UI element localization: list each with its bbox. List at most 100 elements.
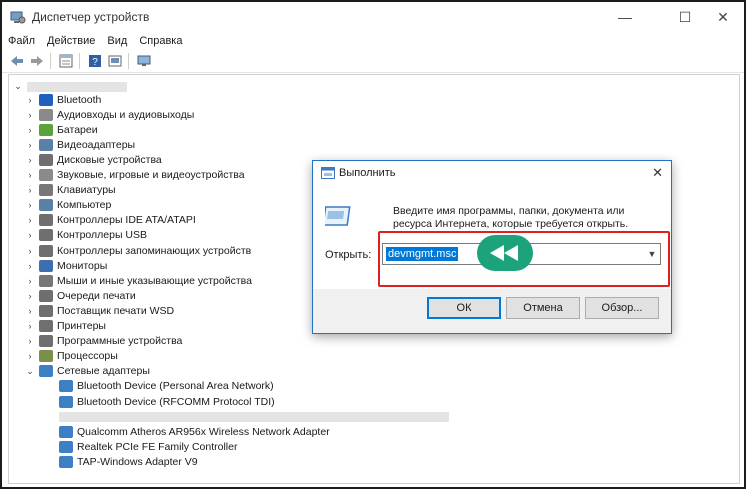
battery-icon [39, 123, 53, 136]
tree-category-label: Мыши и иные указывающие устройства [57, 274, 252, 287]
tree-category-item[interactable]: › Контроллеры IDE ATA/ATAPI [25, 213, 196, 228]
tree-category-item[interactable]: › Очереди печати [25, 288, 136, 303]
forward-button[interactable] [28, 52, 46, 70]
chevron-right-icon[interactable]: › [25, 351, 35, 361]
menu-view[interactable]: Вид [101, 35, 133, 47]
tree-category-item[interactable]: › Аудиовходы и аудиовыходы [25, 107, 194, 122]
network-adapter-item[interactable]: Qualcomm Atheros AR956x Wireless Network… [59, 424, 330, 439]
tree-category-label: Процессоры [57, 350, 118, 363]
toolbar: ? [2, 50, 744, 73]
arrow-left-icon [11, 56, 23, 66]
network-adapter-item[interactable]: TAP-Windows Adapter V9 [59, 454, 198, 469]
svg-text:?: ? [92, 57, 98, 68]
tree-category-item[interactable]: › Процессоры [25, 349, 118, 364]
mouse-icon [39, 274, 53, 287]
back-button[interactable] [8, 52, 26, 70]
tree-category-item[interactable]: › Видеоадаптеры [25, 137, 135, 152]
wsd-printer-icon [39, 304, 53, 317]
computer-icon [39, 199, 53, 212]
tree-category-item[interactable]: › Компьютер [25, 198, 111, 213]
tree-category-label: Компьютер [57, 199, 112, 212]
help-button[interactable]: ? [86, 52, 104, 70]
tree-category-label: Клавиатуры [57, 184, 116, 197]
ok-button[interactable]: ОК [427, 297, 501, 319]
run-app-icon [321, 167, 335, 179]
run-dialog-titlebar[interactable]: Выполнить ✕ [313, 161, 671, 185]
network-adapter-item[interactable]: Bluetooth Device (Personal Area Network) [59, 379, 274, 394]
chevron-right-icon[interactable]: › [25, 95, 35, 105]
tree-category-item[interactable]: › Звуковые, игровые и видеоустройства [25, 168, 245, 183]
chevron-right-icon[interactable]: › [25, 276, 35, 286]
tree-category-label: Звуковые, игровые и видеоустройства [57, 169, 245, 181]
cancel-button[interactable]: Отмена [506, 297, 580, 319]
tree-category-label: Bluetooth [57, 93, 102, 106]
pointer-badge [477, 235, 533, 271]
run-program-icon [325, 206, 351, 226]
minimize-button[interactable]: — [602, 2, 648, 32]
scan-hardware-button[interactable] [135, 52, 153, 70]
tree-category-label: Программные устройства [57, 335, 183, 348]
close-button[interactable]: ✕ [700, 2, 744, 32]
processor-icon [39, 350, 53, 363]
browse-button[interactable]: Обзор... [585, 297, 659, 319]
chevron-right-icon[interactable]: › [25, 200, 35, 210]
blurred-computer-name [27, 81, 127, 92]
network-adapter-item[interactable]: Bluetooth Device (RFCOMM Protocol TDI) [59, 394, 275, 409]
tree-category-label: Принтеры [57, 320, 106, 332]
toolbar-separator [79, 53, 80, 69]
chevron-right-icon[interactable]: › [25, 246, 35, 256]
tree-category-item[interactable]: › Мыши и иные указывающие устройства [25, 273, 252, 288]
tree-category-item[interactable]: › Bluetooth [25, 92, 101, 107]
tree-category-item[interactable]: › Мониторы [25, 258, 107, 273]
chevron-right-icon[interactable]: › [25, 230, 35, 240]
network-card-icon [59, 455, 73, 468]
chevron-down-icon[interactable]: ⌄ [13, 81, 23, 92]
chevron-right-icon[interactable]: › [25, 185, 35, 195]
device-manager-window: Диспетчер устройств — ☐ ✕ Файл Действие … [0, 0, 746, 489]
ide-controller-icon [39, 214, 53, 227]
properties-button[interactable] [57, 52, 75, 70]
network-adapter-item[interactable]: Realtek PCIe FE Family Controller [59, 439, 237, 454]
disk-icon [39, 153, 53, 166]
run-dialog-close-button[interactable]: ✕ [652, 165, 663, 181]
tree-category-item[interactable]: ⌄ Сетевые адаптеры [25, 364, 150, 379]
title-bar[interactable]: Диспетчер устройств — ☐ ✕ [2, 2, 744, 32]
tree-category-item[interactable]: › Контроллеры запоминающих устройств [25, 243, 251, 258]
toolbar-separator [50, 53, 51, 69]
network-adapter-label: TAP-Windows Adapter V9 [77, 455, 198, 468]
tree-category-item[interactable]: › Программные устройства [25, 334, 182, 349]
chevron-right-icon[interactable]: › [25, 170, 35, 180]
tree-category-item[interactable]: › Клавиатуры [25, 183, 116, 198]
bluetooth-icon [39, 93, 53, 106]
chevron-right-icon[interactable]: › [25, 291, 35, 301]
monitor-scan-icon [137, 55, 151, 66]
tree-category-label: Контроллеры IDE ATA/ATAPI [57, 214, 196, 227]
tree-category-label: Контроллеры USB [57, 229, 147, 242]
chevron-right-icon[interactable]: › [25, 215, 35, 225]
update-driver-button[interactable] [106, 52, 124, 70]
chevron-down-icon[interactable]: ⌄ [25, 366, 35, 377]
menu-help[interactable]: Справка [133, 35, 188, 47]
toolbar-separator [128, 53, 129, 69]
tree-category-item[interactable]: › Принтеры [25, 319, 106, 334]
chevron-right-icon[interactable]: › [25, 155, 35, 165]
chevron-right-icon[interactable]: › [25, 336, 35, 346]
network-adapter-item[interactable] [59, 409, 449, 424]
chevron-right-icon[interactable]: › [25, 261, 35, 271]
menu-action[interactable]: Действие [41, 35, 101, 47]
chevron-right-icon[interactable]: › [25, 110, 35, 120]
menu-file[interactable]: Файл [2, 35, 41, 47]
chevron-right-icon[interactable]: › [25, 140, 35, 150]
tree-category-item[interactable]: › Поставщик печати WSD [25, 303, 174, 318]
chevron-right-icon[interactable]: › [25, 125, 35, 135]
tree-category-item[interactable]: › Батареи [25, 122, 98, 137]
software-device-icon [39, 335, 53, 348]
chevron-right-icon[interactable]: › [25, 321, 35, 331]
audio-icon [39, 108, 53, 121]
run-description: Введите имя программы, папки, документа … [393, 205, 629, 230]
tree-category-label: Контроллеры запоминающих устройств [57, 244, 252, 257]
tree-category-item[interactable]: › Контроллеры USB [25, 228, 147, 243]
network-adapter-label: Qualcomm Atheros AR956x Wireless Network… [77, 425, 330, 438]
tree-category-item[interactable]: › Дисковые устройства [25, 152, 162, 167]
chevron-right-icon[interactable]: › [25, 306, 35, 316]
